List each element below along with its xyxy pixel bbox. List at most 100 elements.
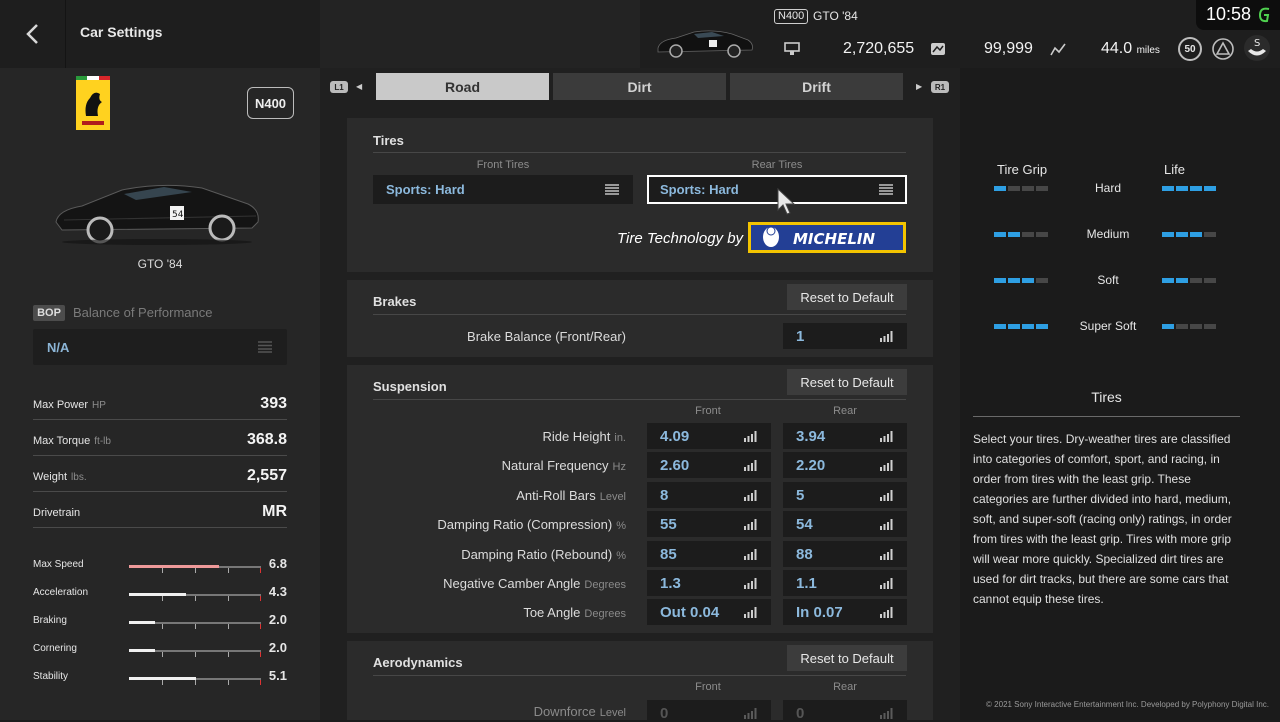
- value-text: 2.60: [660, 457, 690, 475]
- avatar[interactable]: S: [1243, 34, 1271, 62]
- adjust-icon: [880, 331, 893, 342]
- suspension-reset-button[interactable]: Reset to Default: [787, 369, 907, 395]
- performance-row: Acceleration 4.3: [33, 584, 287, 604]
- tab-drift[interactable]: Drift: [730, 73, 903, 100]
- performance-row: Braking 2.0: [33, 612, 287, 632]
- car-class-badge: N400: [774, 9, 809, 24]
- mileage-points-value: 99,999: [984, 40, 1033, 57]
- bop-select: [33, 329, 287, 365]
- bop-label: Balance of Performance: [73, 305, 213, 320]
- l1-button-hint: L1: [330, 81, 348, 93]
- chevron-left-icon: [25, 24, 38, 44]
- value-text: 54: [796, 516, 813, 534]
- tab-road[interactable]: Road: [376, 73, 549, 100]
- value-text: Out 0.04: [660, 604, 720, 622]
- value-text: 8: [660, 486, 669, 504]
- suspension-front-value[interactable]: Out 0.04: [647, 599, 771, 626]
- suspension-front-value[interactable]: 2.60: [647, 452, 771, 479]
- adjust-icon: [880, 548, 893, 560]
- brake-balance-value[interactable]: 1: [783, 323, 907, 349]
- performance-row: Stability 5.1: [33, 668, 287, 688]
- car-thumbnail: [657, 30, 753, 58]
- performance-value: 4.3: [268, 584, 287, 599]
- credits-value: 2,720,655: [843, 40, 915, 57]
- tab-dirt[interactable]: Dirt: [553, 73, 726, 100]
- michelin-logo: MICHELIN: [748, 222, 906, 253]
- front-column-label: Front: [695, 681, 721, 693]
- suspension-param-label: Toe Angle Degrees: [523, 605, 626, 621]
- suspension-front-value[interactable]: 4.09: [647, 423, 771, 449]
- distance-icon: [1050, 43, 1066, 56]
- clock: 10:58: [1206, 4, 1252, 24]
- suspension-param-label: Damping Ratio (Rebound)%: [461, 546, 626, 562]
- downforce-rear-value[interactable]: 0: [783, 700, 907, 722]
- suspension-rear-value[interactable]: 88: [783, 540, 907, 567]
- adjust-icon: [880, 607, 893, 619]
- compound-name: Medium: [1086, 227, 1130, 241]
- adjust-icon: [744, 431, 757, 442]
- performance-fill: [129, 649, 156, 652]
- section-title: Suspension: [373, 379, 447, 394]
- suspension-front-value[interactable]: 85: [647, 540, 771, 567]
- life-meter: [1162, 186, 1216, 191]
- section-title: Tires: [373, 133, 404, 148]
- suspension-rear-value[interactable]: 3.94: [783, 423, 907, 449]
- brake-balance-label: Brake Balance (Front/Rear): [467, 329, 626, 344]
- adjust-icon: [880, 431, 893, 442]
- tab-next-arrow[interactable]: ▶: [916, 82, 922, 91]
- compound-row: Super Soft: [994, 319, 1224, 335]
- car-name: GTO '84: [813, 9, 858, 23]
- rear-column-label: Rear: [833, 405, 857, 417]
- suspension-rear-value[interactable]: In 0.07: [783, 599, 907, 626]
- aero-reset-button[interactable]: Reset to Default: [787, 645, 907, 671]
- grip-meter: [994, 278, 1048, 283]
- back-button[interactable]: [0, 0, 66, 68]
- divider: [973, 416, 1240, 417]
- performance-fill: [129, 621, 156, 624]
- spec-row-max-torque: Max Torque ft-lb 368.8: [33, 420, 287, 456]
- rear-column-label: Rear: [833, 681, 857, 693]
- suspension-front-value[interactable]: 8: [647, 481, 771, 508]
- adjust-icon: [744, 519, 757, 531]
- menu-icon: [258, 341, 272, 353]
- brakes-reset-button[interactable]: Reset to Default: [787, 284, 907, 310]
- value-text: 2.20: [796, 457, 826, 475]
- car-name-label: GTO '84: [137, 257, 183, 271]
- suspension-front-value[interactable]: 55: [647, 511, 771, 538]
- compound-row: Medium: [994, 227, 1224, 243]
- adjust-icon: [744, 460, 757, 472]
- life-meter: [1162, 278, 1216, 283]
- downforce-front-value[interactable]: 0: [647, 700, 771, 722]
- info-title: Tires: [1091, 389, 1122, 405]
- spec-row-max-power: Max Power HP 393: [33, 384, 287, 420]
- info-description: Select your tires. Dry-weather tires are…: [973, 432, 1232, 606]
- spec-row-drivetrain: Drivetrain MR: [33, 492, 287, 528]
- value-text: 3.94: [796, 428, 826, 445]
- suspension-front-value[interactable]: 1.3: [647, 570, 771, 596]
- performance-fill: [129, 593, 186, 596]
- value-text: 55: [660, 516, 677, 534]
- section-title: Aerodynamics: [373, 655, 463, 670]
- adjust-icon: [744, 489, 757, 501]
- front-tires-select[interactable]: Sports: Hard: [373, 175, 633, 204]
- distance-value: 44.0 miles: [1101, 40, 1160, 57]
- suspension-param-label: Damping Ratio (Compression)%: [437, 517, 626, 533]
- bop-value: N/A: [47, 340, 70, 355]
- level-badge: 50: [1178, 37, 1202, 61]
- adjust-icon: [744, 578, 757, 589]
- suspension-rear-value[interactable]: 1.1: [783, 570, 907, 596]
- tire-tech-label: Tire Technology by: [617, 230, 744, 247]
- menu-icon: [879, 184, 893, 195]
- performance-label: Cornering: [33, 643, 77, 654]
- tire-life-header: Life: [1164, 162, 1185, 177]
- svg-text:54: 54: [172, 210, 184, 220]
- suspension-rear-value[interactable]: 2.20: [783, 452, 907, 479]
- suspension-rear-value[interactable]: 5: [783, 481, 907, 508]
- performance-value: 2.0: [268, 640, 287, 655]
- trophy-icon: [1212, 38, 1234, 60]
- performance-bar: [129, 565, 261, 573]
- brand-name: MICHELIN: [793, 230, 875, 248]
- suspension-rear-value[interactable]: 54: [783, 511, 907, 538]
- tab-prev-arrow[interactable]: ◀: [356, 82, 362, 91]
- value-text: 88: [796, 545, 813, 563]
